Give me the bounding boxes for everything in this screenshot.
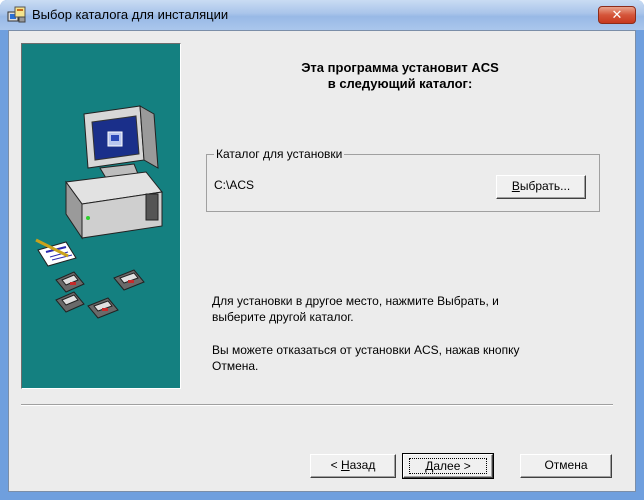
instructions-line-2: выберите другой каталог. bbox=[212, 310, 354, 324]
browse-button-accel: В bbox=[511, 179, 520, 193]
back-button-accel: Н bbox=[340, 458, 350, 472]
next-button-label: алее > bbox=[433, 459, 471, 473]
button-divider bbox=[21, 404, 613, 406]
instructions-line-1: Для установки в другое место, нажмите Вы… bbox=[212, 294, 499, 308]
destination-path: C:\ACS bbox=[214, 178, 255, 192]
heading-line-1: Эта программа установит ACS bbox=[301, 60, 499, 75]
close-button[interactable]: ✕ bbox=[598, 6, 636, 24]
computer-illustration-icon bbox=[35, 105, 163, 319]
destination-group-label: Каталог для установки bbox=[214, 147, 345, 161]
heading-line-2: в следующий каталог: bbox=[327, 76, 473, 91]
next-button-focus: Далее > bbox=[409, 458, 487, 474]
page-heading: Эта программа установит ACS в следующий … bbox=[190, 60, 610, 92]
browse-button-label: ыбрать... bbox=[519, 179, 571, 193]
back-button[interactable]: < Назад bbox=[310, 454, 396, 478]
cancel-info-line-2: Отмена. bbox=[212, 359, 259, 373]
installer-app-icon bbox=[7, 6, 26, 23]
close-icon: ✕ bbox=[611, 7, 623, 22]
cancel-button[interactable]: Отмена bbox=[520, 454, 612, 478]
window-title: Выбор каталога для инсталяции bbox=[32, 7, 229, 22]
next-button[interactable]: Далее > bbox=[402, 453, 494, 479]
back-button-prefix: < bbox=[330, 458, 341, 472]
cancel-info-text: Вы можете отказаться от установки ACS, н… bbox=[212, 342, 612, 374]
cancel-button-label: Отмена bbox=[544, 458, 588, 472]
instructions-text: Для установки в другое место, нажмите Вы… bbox=[212, 293, 612, 325]
side-banner bbox=[21, 43, 181, 389]
browse-button[interactable]: Выбрать... bbox=[496, 175, 586, 199]
title-bar[interactable]: Выбор каталога для инсталяции ✕ bbox=[0, 0, 644, 30]
back-button-label: азад bbox=[349, 458, 376, 472]
cancel-info-line-1: Вы можете отказаться от установки ACS, н… bbox=[212, 343, 520, 357]
